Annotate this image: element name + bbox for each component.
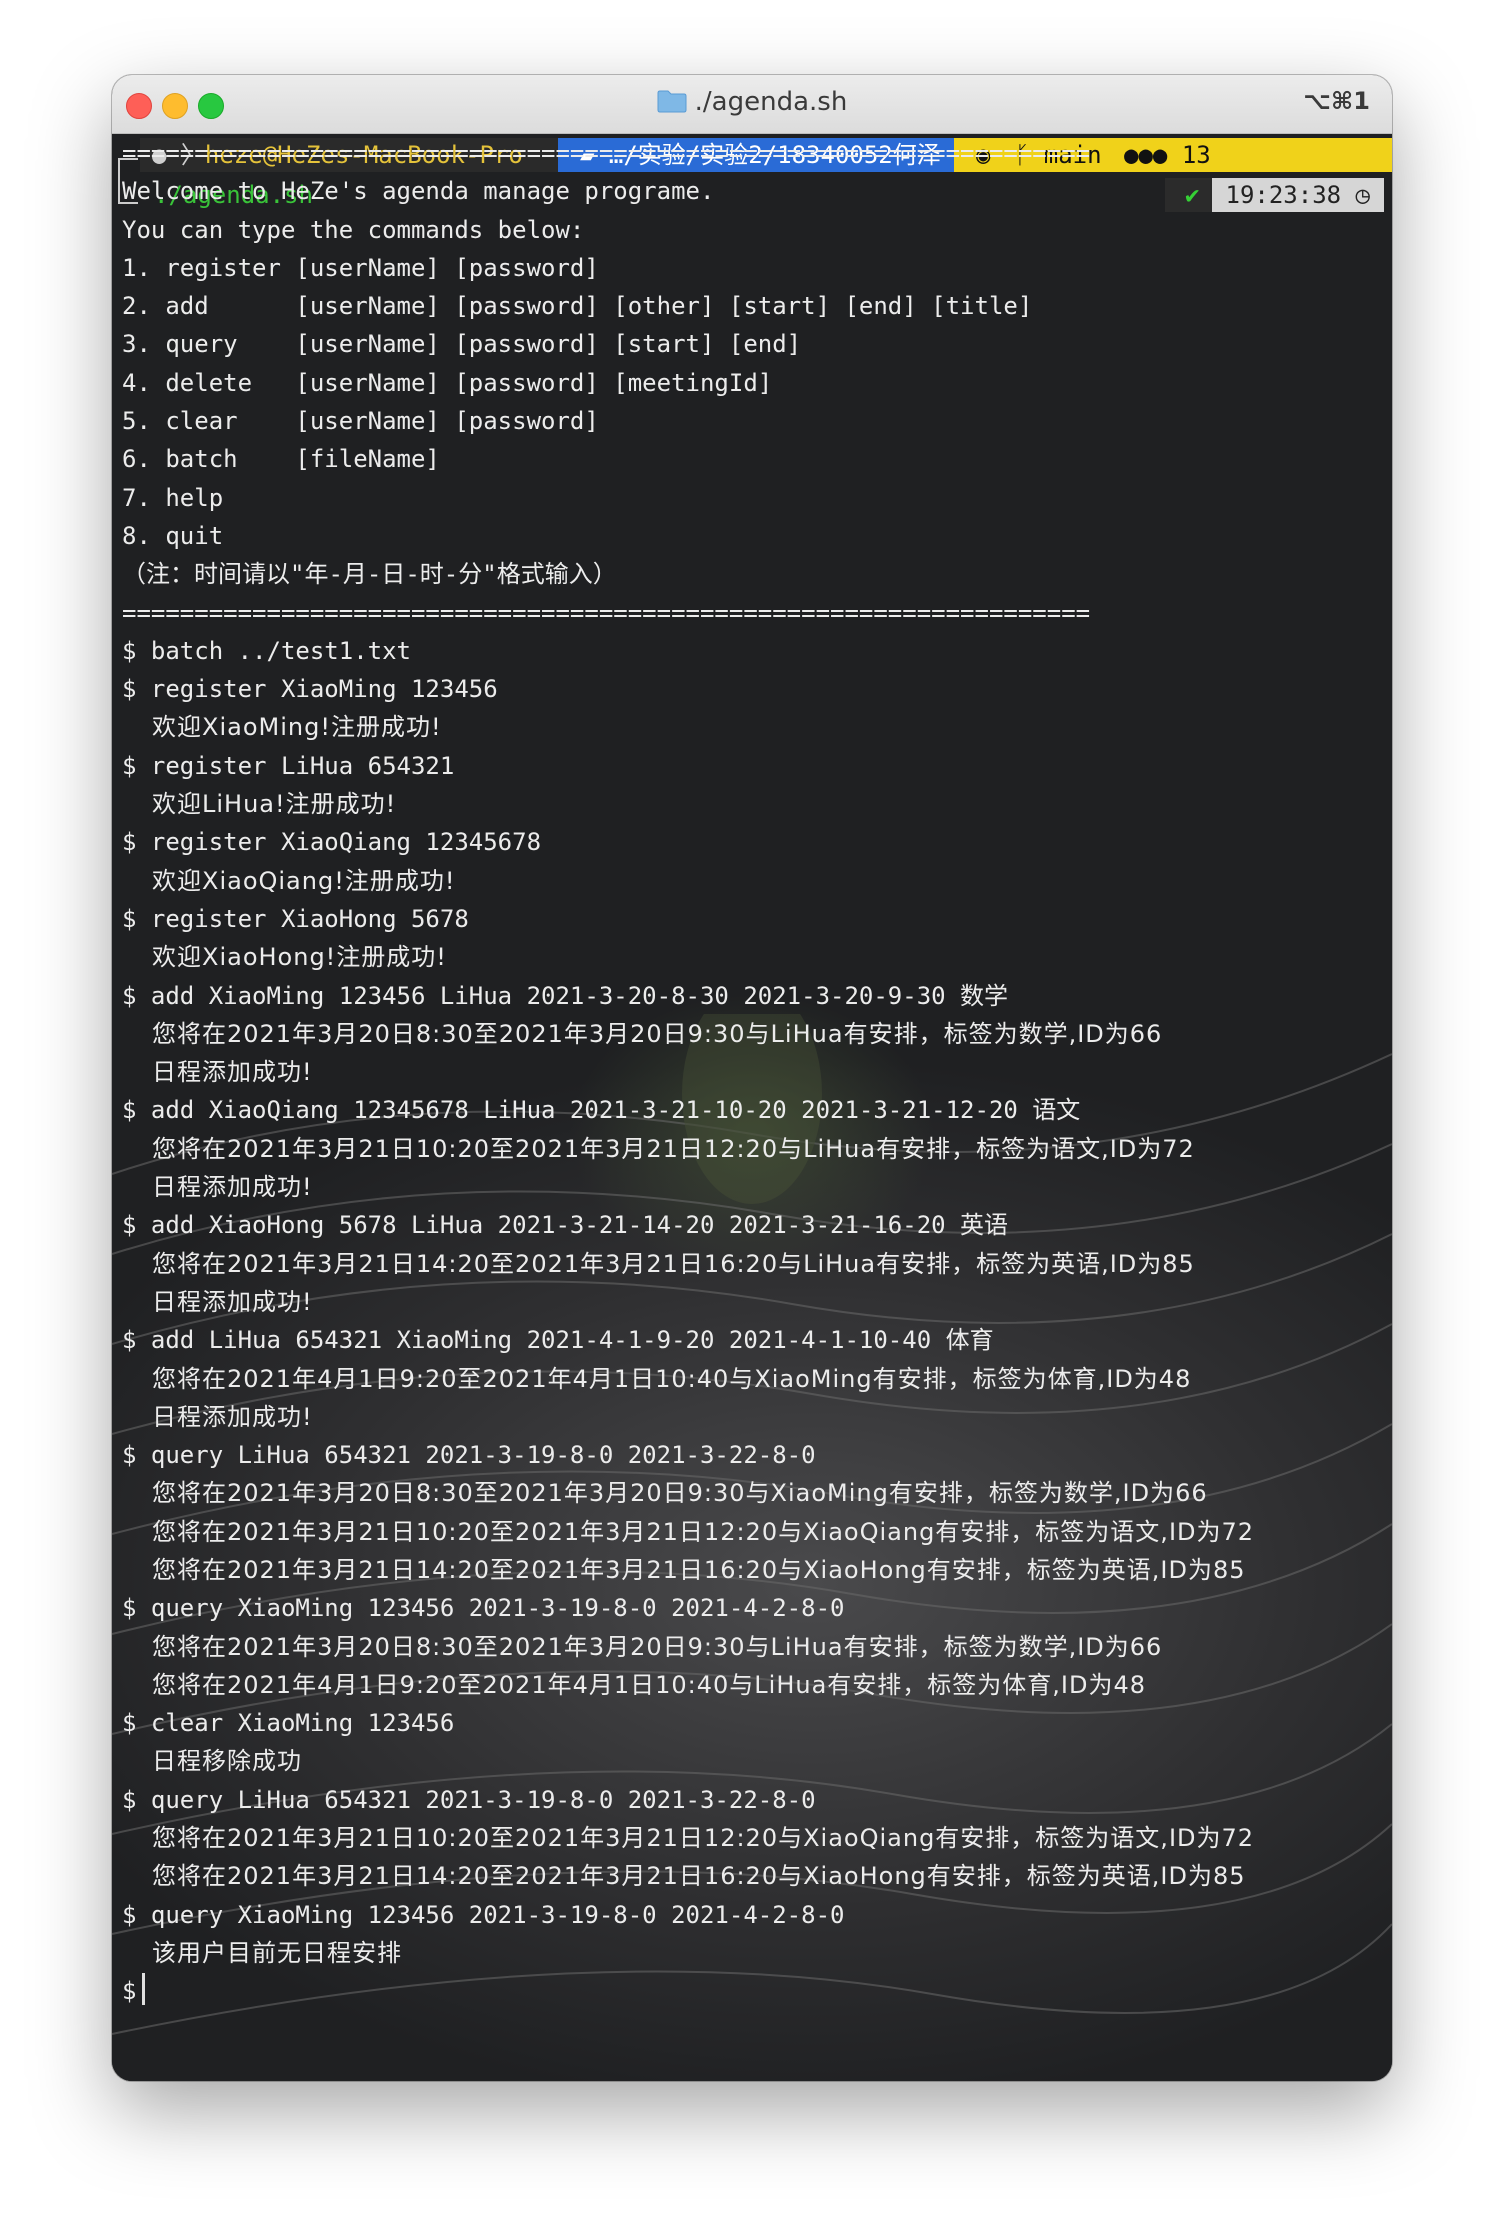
output-line: ========================================… (122, 139, 1091, 167)
output-line: 日程添加成功! (152, 1287, 313, 1316)
output-line: 您将在2021年3月20日8:30至2021年3月20日9:30与XiaoMin… (152, 1479, 1208, 1508)
output-line: 您将在2021年3月21日14:20至2021年3月21日16:20与LiHua… (152, 1249, 1195, 1278)
output-line: 欢迎XiaoMing!注册成功! (152, 713, 442, 742)
output-line: 您将在2021年4月1日9:20至2021年4月1日10:40与XiaoMing… (152, 1364, 1192, 1393)
output-line: $ query LiHua 654321 2021-3-19-8-0 2021-… (122, 1785, 816, 1814)
output-line: 欢迎LiHua!注册成功! (152, 790, 397, 819)
output-line: 3. query [userName] [password] [start] [… (122, 330, 802, 359)
title-bar: ./agenda.sh ⌥⌘1 (112, 75, 1392, 134)
output-line: 欢迎XiaoHong!注册成功! (152, 943, 447, 972)
output-line: $ register XiaoMing 123456 (122, 675, 498, 704)
output-line: $ batch ../test1.txt (122, 636, 411, 665)
output-line: 您将在2021年3月21日14:20至2021年3月21日16:20与XiaoH… (152, 1862, 1246, 1891)
output-line: $ query XiaoMing 123456 2021-3-19-8-0 20… (122, 1900, 845, 1929)
output-line: $ register XiaoQiang 12345678 (122, 828, 542, 857)
shortcut-label: ⌥⌘1 (1303, 87, 1370, 115)
terminal-window: ./agenda.sh ⌥⌘1 ● 〉heze@HeZes-MacBook-Pr… (112, 75, 1392, 2081)
output-line: 7. help (122, 483, 224, 512)
output-line: 您将在2021年3月21日10:20至2021年3月21日12:20与LiHua… (152, 1134, 1195, 1163)
output-line: $ register LiHua 654321 (122, 751, 455, 780)
output-line: $ add XiaoQiang 12345678 LiHua 2021-3-21… (122, 1096, 1081, 1125)
output-line: $ query LiHua 654321 2021-3-19-8-0 2021-… (122, 1441, 816, 1470)
output-line: 您将在2021年3月20日8:30至2021年3月20日9:30与LiHua有安… (152, 1019, 1163, 1048)
output-line: 6. batch [fileName] (122, 445, 440, 474)
output-line: You can type the commands below: (122, 215, 585, 244)
text-cursor (142, 1973, 146, 2006)
output-line: $ query XiaoMing 123456 2021-3-19-8-0 20… (122, 1594, 845, 1623)
output-line: 您将在2021年3月20日8:30至2021年3月20日9:30与LiHua有安… (152, 1632, 1163, 1661)
current-prompt-line[interactable]: $ (122, 1972, 1392, 2010)
output-line: 您将在2021年3月21日14:20至2021年3月21日16:20与XiaoH… (152, 1555, 1246, 1584)
output-line: 您将在2021年4月1日9:20至2021年4月1日10:40与LiHua有安排… (152, 1670, 1147, 1699)
output-line: 日程移除成功 (152, 1747, 302, 1776)
output-line: ========================================… (122, 598, 1091, 627)
output-line: 2. add [userName] [password] [other] [st… (122, 292, 1033, 321)
output-line: $ clear XiaoMing 123456 (122, 1709, 455, 1738)
output-line: 您将在2021年3月21日10:20至2021年3月21日12:20与XiaoQ… (152, 1517, 1255, 1546)
output-line: 5. clear [userName] [password] (122, 407, 599, 436)
output-line: 您将在2021年3月21日10:20至2021年3月21日12:20与XiaoQ… (152, 1824, 1255, 1853)
output-line: 1. register [userName] [password] (122, 253, 599, 282)
output-line: （注：时间请以"年-月-日-时-分"格式输入） (122, 560, 617, 589)
output-line: 日程添加成功! (152, 1058, 313, 1087)
output-line: 日程添加成功! (152, 1402, 313, 1431)
terminal-output: ========================================… (122, 134, 1392, 2011)
output-line: 该用户目前无日程安排 (152, 1938, 402, 1967)
output-line: 日程添加成功! (152, 1173, 313, 1202)
output-line: 8. quit (122, 521, 224, 550)
output-line: 欢迎XiaoQiang!注册成功! (152, 866, 456, 895)
current-prompt: $ (122, 1977, 137, 2006)
output-line: $ add LiHua 654321 XiaoMing 2021-4-1-9-2… (122, 1326, 994, 1355)
terminal-body[interactable]: ● 〉heze@HeZes-MacBook-Pro ▰ …/实验/实验2/183… (112, 134, 1392, 2081)
window-title-wrap: ./agenda.sh (112, 87, 1392, 117)
output-line: $ add XiaoMing 123456 LiHua 2021-3-20-8-… (122, 981, 1009, 1010)
folder-icon (657, 90, 687, 113)
output-line: 4. delete [userName] [password] [meeting… (122, 368, 773, 397)
output-line: Welcome to HeZe's agenda manage programe… (122, 177, 715, 206)
output-line: $ add XiaoHong 5678 LiHua 2021-3-21-14-2… (122, 1211, 1009, 1240)
window-title: ./agenda.sh (694, 87, 848, 117)
output-line: $ register XiaoHong 5678 (122, 904, 469, 933)
